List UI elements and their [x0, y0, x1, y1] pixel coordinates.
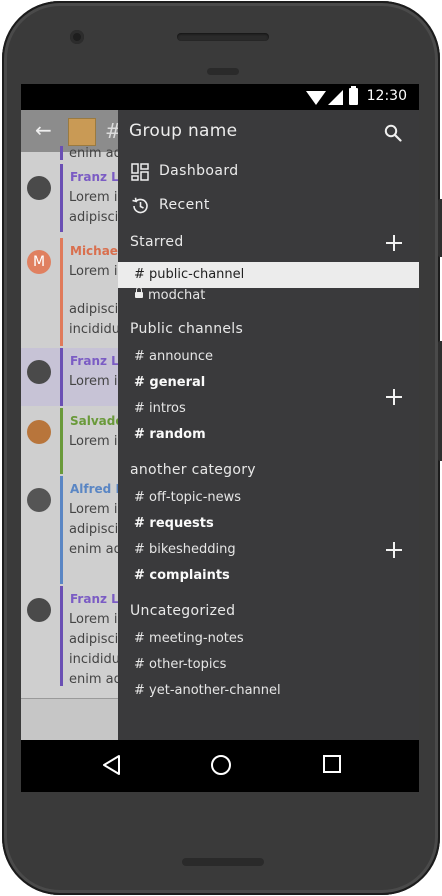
nav-recent-label: Recent	[159, 197, 210, 213]
message-bar	[60, 146, 63, 160]
section-title-starred: Starred	[130, 234, 184, 250]
section-title-uncategorized: Uncategorized	[130, 603, 236, 619]
cell-signal-icon	[328, 90, 343, 105]
dashboard-icon	[131, 163, 149, 181]
section-title-another-category: another category	[130, 462, 256, 478]
wifi-icon	[306, 91, 326, 105]
volume-rocker[interactable]	[438, 341, 442, 461]
group-name: Group name	[129, 121, 238, 141]
channel-meeting-notes[interactable]: # meeting-notes	[134, 631, 244, 646]
message-line: incididu	[69, 322, 120, 337]
channel-public-channel[interactable]: # public-channel	[134, 267, 244, 282]
back-arrow-icon[interactable]: ←	[35, 118, 52, 142]
message-bar	[60, 348, 63, 406]
message-line: enim ad	[69, 542, 122, 557]
add-category-channel-plus-icon[interactable]	[386, 542, 402, 558]
channel-off-topic-news[interactable]: # off-topic-news	[134, 490, 241, 505]
avatar[interactable]	[27, 488, 51, 512]
avatar[interactable]	[27, 420, 51, 444]
status-bar: 12:30	[21, 84, 419, 110]
phone-frame: 12:30 ← # enim ad Franz Lis Lorem ip adipi…	[2, 1, 442, 895]
navigation-drawer: Group name Dashboard Recent Starred # pu…	[118, 110, 419, 740]
message-line: adipisci	[69, 210, 119, 225]
home-circle-icon[interactable]	[210, 754, 232, 776]
add-public-channel-plus-icon[interactable]	[386, 389, 402, 405]
message-line: adipisci	[69, 522, 119, 537]
search-icon[interactable]	[384, 124, 402, 142]
screen: 12:30 ← # enim ad Franz Lis Lorem ip adipi…	[21, 84, 419, 792]
avatar[interactable]	[27, 176, 51, 200]
avatar[interactable]: M	[27, 250, 51, 274]
nav-dashboard-label: Dashboard	[159, 163, 239, 179]
sensor-slot	[207, 68, 239, 75]
channel-yet-another-channel[interactable]: # yet-another-channel	[134, 683, 281, 698]
channel-intros[interactable]: # intros	[134, 401, 186, 416]
channel-bikeshedding[interactable]: # bikeshedding	[134, 542, 236, 557]
channel-modchat[interactable]: modchat	[148, 288, 205, 303]
room-avatar[interactable]	[68, 118, 96, 146]
power-button[interactable]	[438, 199, 442, 257]
channel-announce[interactable]: # announce	[134, 349, 213, 364]
avatar[interactable]	[27, 360, 51, 384]
message-line: adipisci	[69, 632, 119, 647]
add-starred-plus-icon[interactable]	[386, 235, 402, 251]
lock-icon	[135, 287, 143, 298]
channel-random[interactable]: # random	[134, 427, 206, 442]
message-line: enim ad	[69, 146, 122, 161]
message-line: adipisci	[69, 302, 119, 317]
message-bar	[60, 476, 63, 584]
channel-requests[interactable]: # requests	[134, 516, 214, 531]
battery-icon	[349, 86, 358, 105]
section-title-public-channels: Public channels	[130, 321, 244, 337]
avatar[interactable]	[27, 598, 51, 622]
back-triangle-icon[interactable]	[101, 754, 123, 776]
message-item[interactable]: Franz Lis Lorem ip	[21, 348, 130, 406]
history-icon	[132, 197, 148, 214]
clock: 12:30	[366, 88, 407, 104]
message-bar	[60, 164, 63, 232]
message-line: incididu	[69, 652, 120, 667]
message-bar	[60, 408, 63, 474]
front-camera	[70, 30, 84, 44]
message-bar	[60, 238, 63, 346]
overview-square-icon[interactable]	[322, 754, 342, 774]
message-bar	[60, 586, 63, 686]
android-nav-bar	[21, 740, 419, 792]
channel-complaints[interactable]: # complaints	[134, 568, 230, 583]
channel-other-topics[interactable]: # other-topics	[134, 657, 226, 672]
channel-general[interactable]: # general	[134, 375, 205, 390]
earpiece-speaker	[177, 33, 269, 41]
message-line: enim ad	[69, 672, 122, 687]
bottom-speaker	[182, 858, 264, 866]
